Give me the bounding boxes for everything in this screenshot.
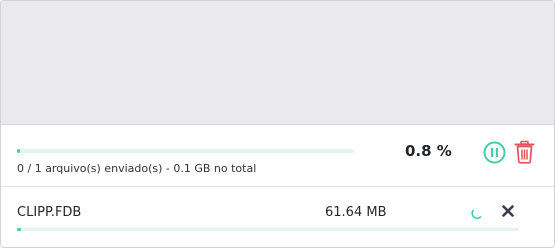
- file-name: CLIPP.FDB: [17, 205, 82, 220]
- overall-progress-fill: [17, 149, 20, 153]
- pause-icon[interactable]: [483, 141, 506, 164]
- file-size: 61.64 MB: [325, 205, 387, 220]
- upload-summary: 0 / 1 arquivo(s) enviado(s) - 0.1 GB no …: [1, 125, 554, 187]
- file-row: CLIPP.FDB 61.64 MB: [1, 188, 554, 247]
- close-icon[interactable]: [501, 204, 515, 218]
- upload-status-text: 0 / 1 arquivo(s) enviado(s) - 0.1 GB no …: [17, 162, 257, 175]
- spinner-icon: [471, 209, 482, 219]
- overall-progress-bar: [17, 149, 354, 153]
- file-progress-fill: [17, 228, 22, 231]
- trash-icon[interactable]: [514, 140, 535, 164]
- drop-zone[interactable]: [1, 1, 554, 125]
- overall-progress-percent: 0.8 %: [405, 142, 452, 160]
- file-progress-bar: [17, 228, 519, 231]
- upload-panel: 0 / 1 arquivo(s) enviado(s) - 0.1 GB no …: [0, 0, 555, 248]
